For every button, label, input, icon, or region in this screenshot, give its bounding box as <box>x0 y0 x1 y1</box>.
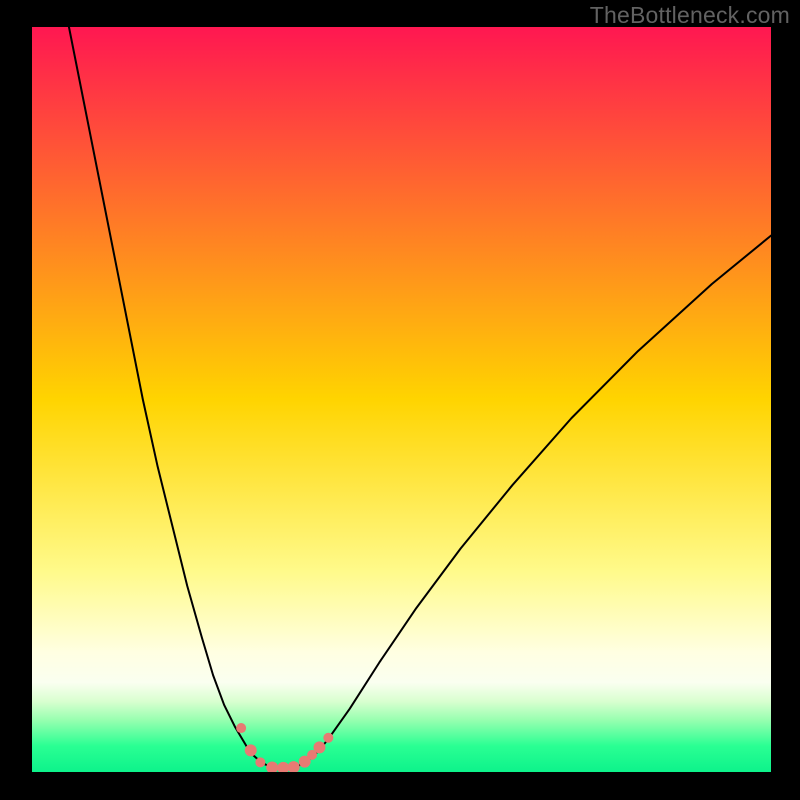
marker-dot <box>236 723 246 733</box>
plot-area <box>32 27 771 772</box>
chart-frame: TheBottleneck.com <box>0 0 800 800</box>
plot-svg <box>32 27 771 772</box>
marker-dot <box>255 757 265 767</box>
marker-dot <box>323 733 333 743</box>
marker-dot <box>245 744 257 756</box>
marker-dot <box>313 741 325 753</box>
watermark-text: TheBottleneck.com <box>590 2 790 29</box>
